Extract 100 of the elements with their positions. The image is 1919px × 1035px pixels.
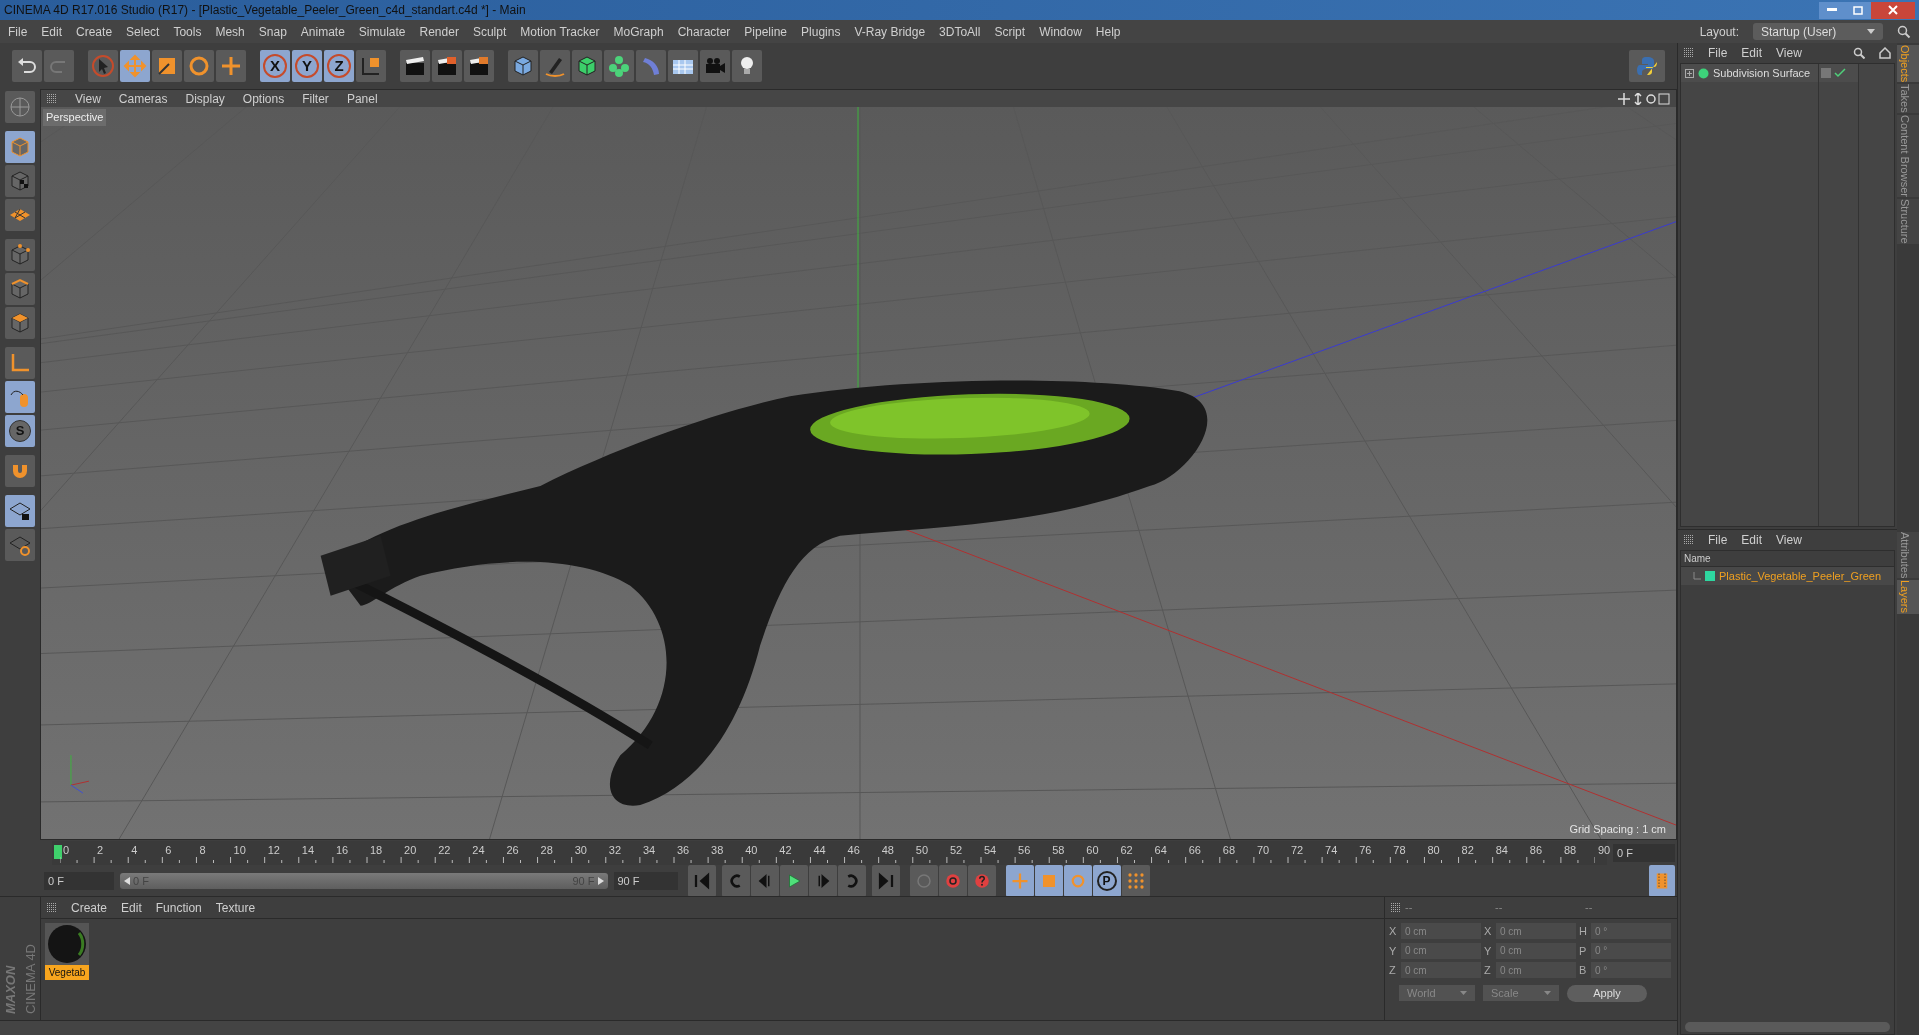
subdivision-button[interactable] (572, 50, 602, 82)
layout-dropdown[interactable]: Startup (User) (1753, 23, 1883, 40)
texture-mode-button[interactable] (5, 165, 35, 197)
magnet-button[interactable] (5, 455, 35, 487)
menu-item[interactable]: Render (419, 22, 459, 41)
menu-item[interactable]: Function (155, 898, 202, 917)
key-mode-button[interactable] (1034, 865, 1063, 897)
menu-item[interactable]: Cameras (118, 89, 168, 108)
axis-lock-button[interactable]: X (260, 50, 290, 82)
autokey-button[interactable] (938, 865, 967, 897)
side-tab[interactable]: Objects (1897, 45, 1919, 83)
menu-item[interactable]: Panel (346, 89, 378, 108)
side-tab[interactable]: Content Browser (1897, 115, 1919, 197)
menu-item[interactable]: View (1776, 44, 1802, 62)
search-icon[interactable] (1897, 24, 1911, 39)
scale-tool-button[interactable] (152, 50, 182, 82)
start-frame-field[interactable]: 0 F (44, 872, 114, 890)
menu-item[interactable]: Display (185, 89, 225, 108)
menu-item[interactable]: Window (1039, 22, 1082, 41)
snap-button[interactable]: S (5, 415, 35, 447)
object-mode-button[interactable] (5, 131, 35, 163)
edges-mode-button[interactable] (5, 273, 35, 305)
end-frame-field[interactable]: 90 F (613, 872, 678, 890)
floor-button[interactable] (668, 50, 698, 82)
maximize-button[interactable] (1845, 1, 1871, 19)
polygons-mode-button[interactable] (5, 307, 35, 339)
menu-item[interactable]: MoGraph (613, 22, 664, 41)
menu-item[interactable]: V-Ray Bridge (854, 22, 926, 41)
menu-item[interactable]: Character (677, 22, 731, 41)
python-button[interactable] (1629, 50, 1665, 82)
menu-item[interactable]: Simulate (358, 22, 406, 41)
cube-object-button[interactable] (508, 50, 538, 82)
points-mode-button[interactable] (5, 239, 35, 271)
lock-workplane-button[interactable] (5, 495, 35, 527)
material-preview[interactable] (46, 923, 88, 965)
menu-item[interactable]: File (1708, 531, 1728, 549)
go-to-end-button[interactable] (871, 865, 900, 897)
coordinate-system-button[interactable] (356, 50, 386, 82)
apply-button[interactable]: Apply (1567, 984, 1647, 1002)
menu-item[interactable]: Edit (121, 898, 142, 917)
select-tool-button[interactable] (88, 50, 118, 82)
menu-item[interactable]: Motion Tracker (520, 22, 600, 41)
expand-icon[interactable] (1685, 68, 1694, 78)
range-slider-fill[interactable] (120, 873, 608, 889)
menu-item[interactable]: Edit (41, 22, 63, 41)
keyframe-help-button[interactable] (967, 865, 996, 897)
home-icon[interactable] (1879, 47, 1891, 59)
axis-mode-button[interactable] (5, 347, 35, 379)
menu-item[interactable]: File (1708, 44, 1728, 62)
menu-item[interactable]: Animate (300, 22, 345, 41)
current-frame-field[interactable]: 0 F (1613, 844, 1675, 862)
menu-item[interactable]: View (75, 89, 101, 108)
layer-color-swatch[interactable] (1705, 571, 1715, 581)
camera-button[interactable] (700, 50, 730, 82)
menu-item[interactable]: Options (242, 89, 285, 108)
point-level-button[interactable] (1121, 865, 1150, 897)
menu-item[interactable]: Sculpt (472, 22, 507, 41)
menu-item[interactable]: Pipeline (744, 22, 788, 41)
menu-item[interactable]: Texture (215, 898, 256, 917)
render-picture-button[interactable] (432, 50, 462, 82)
workplane-sync-button[interactable] (5, 529, 35, 561)
go-to-start-button[interactable] (687, 865, 716, 897)
left-arrow-icon[interactable] (124, 877, 130, 885)
tweak-mode-button[interactable] (5, 381, 35, 413)
side-tab[interactable]: Structure (1897, 199, 1919, 244)
menu-item[interactable]: Edit (1741, 44, 1763, 62)
mograph-button[interactable] (604, 50, 634, 82)
check-icon[interactable] (1834, 68, 1846, 78)
workplane-mode-button[interactable] (5, 199, 35, 231)
key-mode-button[interactable] (1005, 865, 1034, 897)
side-tab[interactable]: Layers (1897, 580, 1919, 614)
model-mode-button[interactable] (5, 91, 35, 123)
menu-item[interactable]: Plugins (801, 22, 841, 41)
side-tab[interactable]: Attributes (1897, 532, 1919, 579)
horizontal-scrollbar[interactable] (1685, 1022, 1890, 1032)
next-key-button[interactable] (837, 865, 866, 897)
axis-lock-button[interactable]: Z (324, 50, 354, 82)
menu-item[interactable]: File (8, 22, 28, 41)
key-mode-button[interactable] (1063, 865, 1092, 897)
menu-item[interactable]: View (1776, 531, 1802, 549)
axis-lock-button[interactable]: Y (292, 50, 322, 82)
pen-tool-button[interactable] (540, 50, 570, 82)
side-tab[interactable]: Takes (1897, 84, 1919, 114)
render-settings-button[interactable] (464, 50, 494, 82)
search-icon[interactable] (1853, 47, 1865, 59)
menu-item[interactable]: 3DToAll (939, 22, 981, 41)
menu-item[interactable]: Help (1095, 22, 1121, 41)
menu-item[interactable]: Snap (258, 22, 287, 41)
menu-item[interactable]: Tools (173, 22, 202, 41)
minimize-button[interactable] (1819, 1, 1845, 19)
rotate-tool-button[interactable] (184, 50, 214, 82)
light-button[interactable] (732, 50, 762, 82)
previous-key-button[interactable] (721, 865, 750, 897)
menu-item[interactable]: Edit (1741, 531, 1763, 549)
add-tool-button[interactable] (216, 50, 246, 82)
menu-item[interactable]: Create (76, 22, 113, 41)
menu-item[interactable]: Mesh (215, 22, 245, 41)
key-mode-button[interactable]: P (1092, 865, 1121, 897)
play-button[interactable] (779, 865, 808, 897)
timeline-button[interactable] (1649, 865, 1675, 897)
